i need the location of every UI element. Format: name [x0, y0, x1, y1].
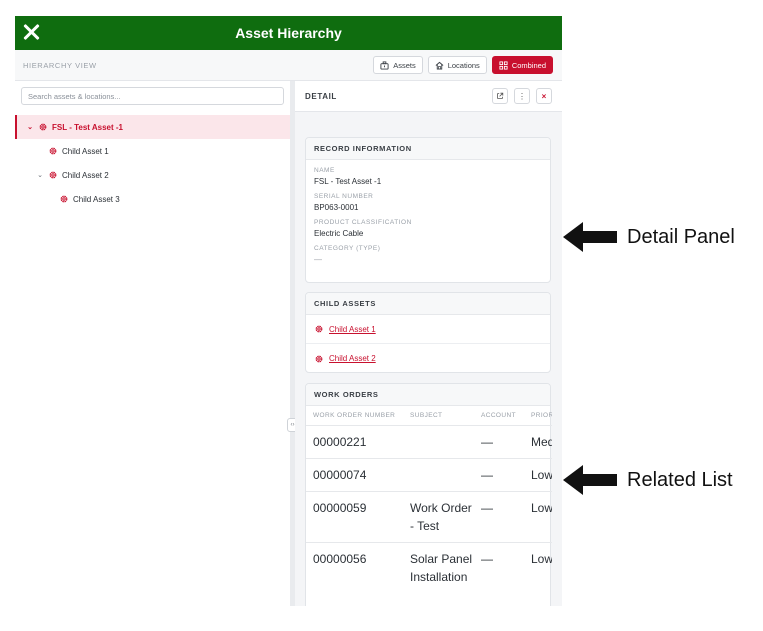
tree-node-child-asset-2[interactable]: ⌄ Child Asset 2 — [15, 163, 290, 187]
field-label: NAME — [314, 167, 335, 174]
combined-view-button[interactable]: Combined — [491, 56, 553, 74]
work-order-number: 00000059 — [306, 491, 403, 543]
tree-node-label: Child Asset 3 — [73, 194, 120, 204]
combined-view-label: Combined — [511, 60, 546, 70]
chevron-down-icon[interactable]: ⌄ — [35, 171, 45, 179]
field-serial-number: SERIAL NUMBER BP063-0001 — [306, 193, 550, 212]
work-order-priority: Low — [524, 491, 552, 543]
work-order-subject: Work Order - Test — [403, 491, 474, 543]
list-item: Child Asset 1 — [306, 315, 550, 344]
close-icon[interactable] — [21, 22, 41, 42]
stage: Asset Hierarchy HIERARCHY VIEW Assets Lo… — [0, 0, 763, 631]
related-list-annotation: Related List — [563, 464, 733, 496]
field-name: NAME FSL - Test Asset -1 — [306, 167, 550, 186]
table-header-row: WORK ORDER NUMBER SUBJECT ACCOUNT PRIORI… — [306, 406, 552, 426]
table-row[interactable]: 00000074 — Low — [306, 458, 552, 492]
work-order-subject — [403, 425, 474, 459]
work-order-number: 00000221 — [306, 425, 403, 459]
tree-node-label: FSL - Test Asset -1 — [52, 122, 123, 132]
assets-view-button[interactable]: Assets — [373, 56, 423, 74]
column-header[interactable]: ACCOUNT — [474, 406, 524, 426]
header-bar: Asset Hierarchy — [15, 16, 562, 50]
gear-icon — [59, 194, 69, 204]
gear-icon — [48, 170, 58, 180]
column-header[interactable]: PRIORITY — [524, 406, 552, 426]
work-order-subject: Solar Panel Installation — [410, 551, 473, 584]
child-assets-title: CHILD ASSETS — [306, 293, 550, 315]
table-row[interactable]: 00000221 — Medium — [306, 425, 552, 459]
page-title: Asset Hierarchy — [235, 25, 342, 41]
tree-node-child-asset-3[interactable]: Child Asset 3 — [15, 187, 290, 211]
field-label: SERIAL NUMBER — [314, 193, 374, 200]
work-order-account: — — [474, 458, 524, 492]
field-value: FSL - Test Asset -1 — [314, 177, 382, 186]
detail-pane: DETAIL ⋮ × RECORD INFORMATION NAME FSL -… — [295, 81, 562, 606]
gear-icon — [314, 324, 324, 334]
field-value: BP063-0001 — [314, 203, 359, 212]
detail-title: DETAIL — [305, 91, 337, 101]
search-input[interactable] — [21, 87, 284, 105]
hierarchy-pane: ⌄ FSL - Test Asset -1 Child Asset 1 ⌄ — [15, 81, 290, 606]
tree-node-fsl-test-asset-1[interactable]: ⌄ FSL - Test Asset -1 — [15, 115, 290, 139]
hierarchy-tree: ⌄ FSL - Test Asset -1 Child Asset 1 ⌄ Ch… — [15, 115, 290, 211]
field-value: Electric Cable — [314, 229, 364, 238]
work-order-subject — [403, 458, 474, 492]
table-row[interactable]: 00000059 Work Order - Test — Low — [306, 491, 552, 543]
work-order-account: — — [474, 425, 524, 459]
more-options-icon[interactable]: ⋮ — [514, 88, 530, 104]
field-product-classification: PRODUCT CLASSIFICATION Electric Cable — [306, 219, 550, 238]
asset-icon — [380, 60, 389, 70]
field-label: CATEGORY (TYPE) — [314, 245, 381, 252]
tree-node-label: Child Asset 1 — [62, 146, 109, 156]
arrow-left-icon — [563, 464, 617, 496]
work-order-priority: Medium — [524, 425, 552, 459]
work-order-priority: Low — [524, 458, 552, 492]
home-icon — [435, 61, 444, 70]
field-category-type: CATEGORY (TYPE) — — [306, 245, 550, 264]
work-order-priority: Low — [531, 551, 552, 566]
hierarchy-view-label: HIERARCHY VIEW — [23, 60, 97, 70]
asset-hierarchy-window: Asset Hierarchy HIERARCHY VIEW Assets Lo… — [15, 16, 562, 606]
detail-header: DETAIL ⋮ × — [295, 81, 562, 112]
field-value: — — [314, 255, 322, 264]
locations-view-button[interactable]: Locations — [427, 56, 487, 74]
annotation-label: Related List — [627, 468, 733, 491]
assets-view-label: Assets — [393, 60, 416, 70]
table-row[interactable]: 00000056 Solar Panel Installation — Low — [306, 542, 552, 593]
work-order-account: — — [474, 491, 524, 543]
field-label: PRODUCT CLASSIFICATION — [314, 219, 412, 226]
record-information-card: RECORD INFORMATION NAME FSL - Test Asset… — [305, 137, 551, 283]
record-information-title: RECORD INFORMATION — [306, 138, 550, 160]
tree-node-label: Child Asset 2 — [62, 170, 109, 180]
work-orders-title: WORK ORDERS — [306, 384, 550, 406]
child-asset-link[interactable]: Child Asset 2 — [329, 354, 376, 363]
locations-view-label: Locations — [447, 60, 480, 70]
gear-icon — [314, 354, 324, 364]
open-external-icon[interactable] — [492, 88, 508, 104]
arrow-left-icon — [563, 221, 617, 253]
column-header[interactable]: WORK ORDER NUMBER — [306, 406, 403, 426]
tree-node-child-asset-1[interactable]: Child Asset 1 — [15, 139, 290, 163]
work-order-number: 00000074 — [306, 458, 403, 492]
work-order-number: 00000056 — [313, 551, 367, 566]
grid-icon — [499, 60, 508, 70]
column-header[interactable]: SUBJECT — [403, 406, 474, 426]
view-switcher: Assets Locations Combined — [373, 56, 553, 74]
view-toolbar: HIERARCHY VIEW Assets Locations Combined — [15, 50, 562, 81]
detail-panel-annotation: Detail Panel — [563, 221, 735, 253]
work-orders-card: WORK ORDERS WORK ORDER NUMBER SUBJECT AC… — [305, 383, 552, 606]
child-asset-link[interactable]: Child Asset 1 — [329, 325, 376, 334]
child-assets-card: CHILD ASSETS Child Asset 1 Child Asset 2 — [305, 292, 551, 373]
annotation-label: Detail Panel — [627, 225, 735, 248]
gear-icon — [48, 146, 58, 156]
list-item: Child Asset 2 — [306, 344, 550, 373]
work-orders-table: WORK ORDER NUMBER SUBJECT ACCOUNT PRIORI… — [306, 406, 552, 593]
gear-icon — [38, 122, 48, 132]
chevron-down-icon[interactable]: ⌄ — [25, 123, 35, 131]
work-order-account: — — [481, 551, 493, 566]
close-detail-icon[interactable]: × — [536, 88, 552, 104]
